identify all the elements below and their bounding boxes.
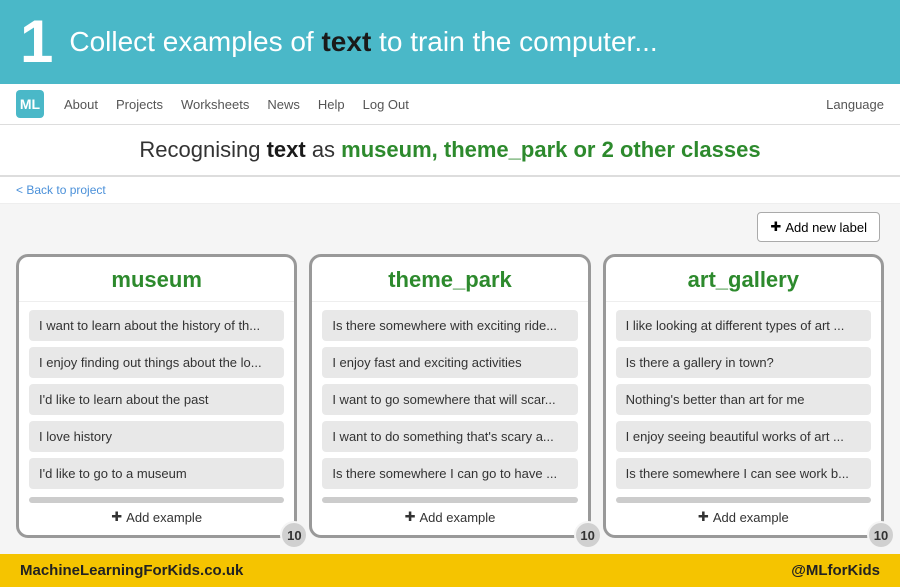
list-item: Is there somewhere with exciting ride...	[322, 310, 577, 341]
banner-prefix: Collect examples of	[69, 26, 321, 57]
subtitle-prefix: Recognising	[139, 137, 266, 162]
add-label-text: Add new label	[785, 220, 867, 235]
plus-icon: ✚	[111, 509, 122, 525]
step-number: 1	[20, 12, 53, 72]
column-theme-park-footer: ✚ Add example	[312, 503, 587, 527]
subtitle-word: text	[267, 137, 306, 162]
column-art-gallery-footer: ✚ Add example	[606, 503, 881, 527]
column-theme-park-header: theme_park	[312, 257, 587, 302]
nav-projects[interactable]: Projects	[116, 97, 163, 112]
footer-right: @MLforKids	[791, 562, 880, 579]
list-item: I'd like to go to a museum	[29, 458, 284, 489]
nav-help[interactable]: Help	[318, 97, 345, 112]
add-example-theme-park-button[interactable]: ✚ Add example	[405, 509, 496, 525]
column-museum: museum I want to learn about the history…	[16, 254, 297, 538]
toolbar: ✚ Add new label	[0, 204, 900, 246]
column-art-gallery-header: art_gallery	[606, 257, 881, 302]
nav-logo: ML	[16, 90, 44, 118]
list-item: Is there somewhere I can see work b...	[616, 458, 871, 489]
nav-worksheets[interactable]: Worksheets	[181, 97, 249, 112]
top-banner: 1 Collect examples of text to train the …	[0, 0, 900, 84]
banner-highlight: text	[321, 26, 371, 57]
nav-about[interactable]: About	[64, 97, 98, 112]
list-item: I like looking at different types of art…	[616, 310, 871, 341]
list-item: I want to go somewhere that will scar...	[322, 384, 577, 415]
add-example-museum-button[interactable]: ✚ Add example	[111, 509, 202, 525]
column-art-gallery: art_gallery I like looking at different …	[603, 254, 884, 538]
column-theme-park: theme_park Is there somewhere with excit…	[309, 254, 590, 538]
list-item: I'd like to learn about the past	[29, 384, 284, 415]
list-item: I enjoy seeing beautiful works of art ..…	[616, 421, 871, 452]
column-museum-header: museum	[19, 257, 294, 302]
add-example-label: Add example	[713, 510, 789, 525]
add-example-label: Add example	[420, 510, 496, 525]
back-link[interactable]: < Back to project	[0, 177, 900, 204]
column-art-gallery-items: I like looking at different types of art…	[606, 302, 881, 497]
columns-area: museum I want to learn about the history…	[0, 246, 900, 554]
list-item: I love history	[29, 421, 284, 452]
nav-links: About Projects Worksheets News Help Log …	[64, 97, 806, 112]
column-museum-footer: ✚ Add example	[19, 503, 294, 527]
footer-left: MachineLearningForKids.co.uk	[20, 562, 243, 579]
plus-icon: ✚	[405, 509, 416, 525]
add-example-art-gallery-button[interactable]: ✚ Add example	[698, 509, 789, 525]
subtitle-bar: Recognising text as museum, theme_park o…	[0, 125, 900, 177]
list-item: I want to do something that's scary a...	[322, 421, 577, 452]
banner-text: Collect examples of text to train the co…	[69, 26, 657, 58]
list-item: I want to learn about the history of th.…	[29, 310, 284, 341]
nav-logout[interactable]: Log Out	[363, 97, 409, 112]
plus-icon: ✚	[770, 219, 781, 235]
column-museum-items: I want to learn about the history of th.…	[19, 302, 294, 497]
add-label-button[interactable]: ✚ Add new label	[757, 212, 880, 242]
plus-icon: ✚	[698, 509, 709, 525]
navbar: ML About Projects Worksheets News Help L…	[0, 84, 900, 125]
nav-language[interactable]: Language	[826, 97, 884, 112]
list-item: Nothing's better than art for me	[616, 384, 871, 415]
subtitle-classes: museum, theme_park or 2 other classes	[341, 137, 760, 162]
list-item: Is there somewhere I can go to have ...	[322, 458, 577, 489]
add-example-label: Add example	[126, 510, 202, 525]
column-theme-park-items: Is there somewhere with exciting ride...…	[312, 302, 587, 497]
list-item: I enjoy fast and exciting activities	[322, 347, 577, 378]
list-item: Is there a gallery in town?	[616, 347, 871, 378]
nav-news[interactable]: News	[267, 97, 300, 112]
list-item: I enjoy finding out things about the lo.…	[29, 347, 284, 378]
footer: MachineLearningForKids.co.uk @MLforKids	[0, 554, 900, 587]
subtitle-middle: as	[306, 137, 341, 162]
banner-suffix: to train the computer...	[371, 26, 657, 57]
